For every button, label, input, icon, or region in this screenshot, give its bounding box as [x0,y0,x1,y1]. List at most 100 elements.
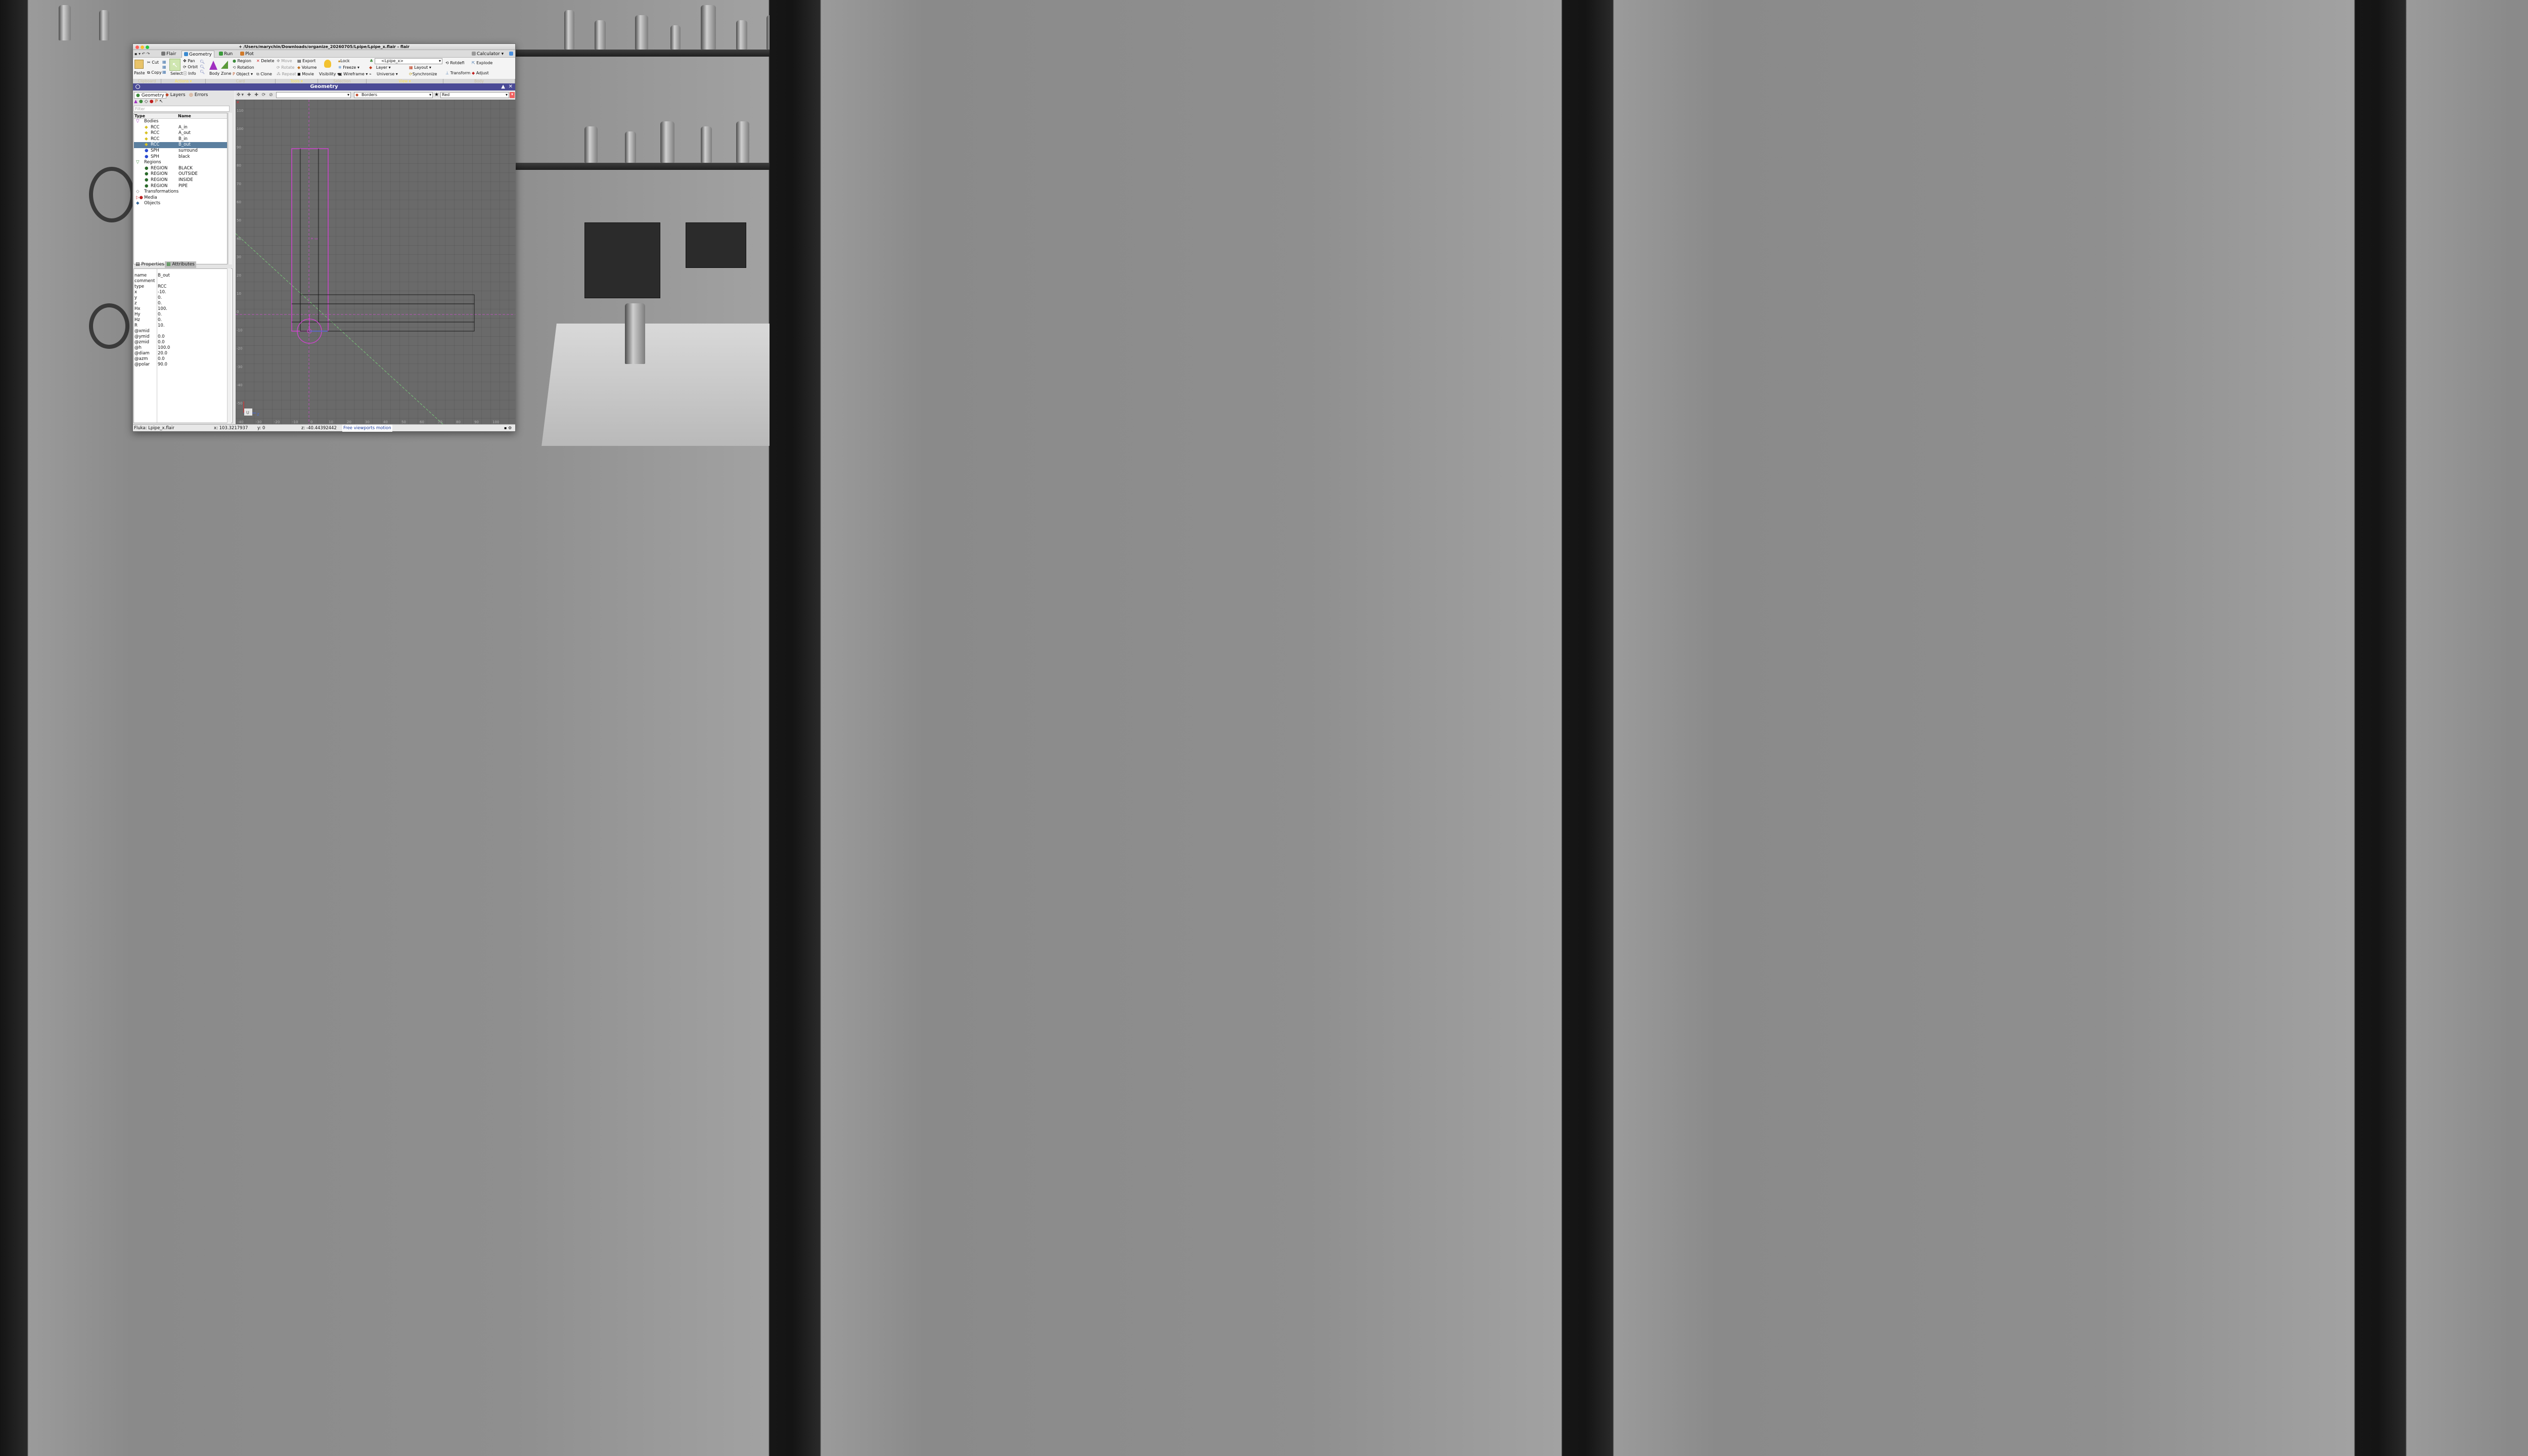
property-value[interactable]: 0.0 [158,356,165,362]
body-button[interactable]: Body [209,71,219,76]
delete-button[interactable]: ✕ Delete [256,59,275,64]
add-zone-icon[interactable]: ◇ [145,99,150,104]
object-button[interactable]: P Object ▾ [233,72,253,77]
viewport-canvas[interactable]: 1101009080706050403020100-10-20-30-40-50… [236,100,515,424]
property-value[interactable]: RCC [158,284,166,290]
add-region-icon[interactable]: ● [139,99,145,104]
transform-button[interactable]: ⊥ Transform [445,71,470,76]
calculator-button[interactable]: Calculator ▾ [470,51,506,58]
select-arrow-icon[interactable]: ↖ [169,59,180,71]
tree-row[interactable]: ● REGION INSIDE [134,177,227,184]
paste-button[interactable]: Paste [134,71,145,76]
pointer-icon[interactable]: ↖ [159,99,165,104]
property-value[interactable]: -10. [158,290,166,295]
tree-row[interactable]: ◆ RCC A_out [134,130,227,136]
filter-input[interactable]: Filter [133,106,230,112]
info-button[interactable]: ⓘ Info [183,71,196,76]
tab-layers[interactable]: ◆ Layers [164,92,187,99]
status-icons[interactable]: ▪ ⚙ [504,425,512,432]
tab-geometry[interactable]: Geometry [182,51,214,58]
geometry-viewport[interactable]: 110 100 90 80 70 60 50 40 30 20 10 0 -10 -20 -30 -40 -50… [236,100,515,424]
zoom-window-button[interactable] [146,46,149,49]
tree-row[interactable]: ● SPH surround [134,148,227,154]
property-row[interactable]: x -10. [134,290,232,295]
property-row[interactable]: @diam 20.0 [134,351,232,356]
property-row[interactable]: @polar 90.0 [134,362,232,368]
properties-scrollbar[interactable] [227,268,231,423]
zoom-icons[interactable]: 🔍︎ 🔍︎ 🔍︎ [200,60,205,75]
tree-row[interactable]: ◆ RCC B_out [134,142,227,148]
tree-row[interactable]: ▽ Regions [134,160,227,166]
property-row[interactable]: Hx 100. [134,306,232,312]
export-button[interactable]: ▤ Export [297,59,315,64]
tree-row[interactable]: ● SPH black [134,154,227,160]
maximize-icon[interactable]: ▲ [501,83,505,90]
close-icon[interactable]: ✕ [509,83,513,90]
tree-row[interactable]: ◇ Transformations [134,189,227,195]
tree-row[interactable]: ● REGION BLACK [134,166,227,172]
tab-plot[interactable]: Plot [238,51,256,58]
property-value[interactable]: 100.0 [158,345,170,351]
property-value[interactable]: 0. [158,301,162,306]
minimize-window-button[interactable] [141,46,144,49]
property-row[interactable]: Hz 0. [134,317,232,323]
tree-row[interactable]: ◆ RCC B_in [134,136,227,143]
close-window-button[interactable] [136,46,139,49]
visibility-bulb-icon[interactable] [324,60,331,68]
star-icon[interactable]: ★ [434,92,439,98]
repeat-button[interactable]: ⁂ Repeat [277,72,296,77]
tab-attributes[interactable]: ▦ Attributes [165,261,196,268]
layout-button[interactable]: ▦ Layout ▾ [409,65,431,70]
tree-scrollbar[interactable] [228,113,232,264]
save-icon[interactable]: ▪ ▾ ↶ ↷ [134,52,150,57]
property-value[interactable]: 90.0 [158,362,167,368]
property-row[interactable]: @ymid 0.0 [134,334,232,340]
tree-row[interactable]: ● REGION PIPE [134,184,227,190]
property-value[interactable]: 20.0 [158,351,167,356]
viewport-tool-icons[interactable]: ✥▾ ✚ ✚ ⟳ ⊘ [237,93,274,98]
pan-button[interactable]: ✥ Pan [183,59,195,64]
tree-row[interactable]: ▽ Bodies [134,119,227,125]
layer-button[interactable]: ◆ Layer ▾ [369,65,391,70]
property-row[interactable]: R 10. [134,323,232,329]
tab-flair[interactable]: Flair [159,51,178,58]
region-button[interactable]: ● Region [233,59,251,64]
property-row[interactable]: @azm 0.0 [134,356,232,362]
property-row[interactable]: type RCC [134,284,232,290]
property-row[interactable]: name B_out [134,273,232,279]
tree-row[interactable]: ◆ Objects [134,201,227,207]
movie-button[interactable]: ◼ Movie [297,72,314,77]
property-row[interactable]: Hy 0. [134,312,232,317]
cut-button[interactable]: ✂ Cut [147,60,159,65]
property-value[interactable]: 0.0 [158,340,165,345]
add-material-icon[interactable]: ● [150,99,155,104]
property-row[interactable]: y 0. [134,295,232,301]
visibility-button[interactable]: Visibility ▾ [319,72,339,77]
property-value[interactable]: 0. [158,317,162,323]
property-value[interactable]: B_out [158,273,170,279]
help-icon[interactable] [509,52,513,56]
property-value[interactable]: 100. [158,306,167,312]
wireframe-button[interactable]: ▣ Wireframe ▾ [338,72,368,77]
property-row[interactable]: @xmid [134,329,232,334]
color-dropdown-button[interactable]: ▾ [510,92,515,98]
freeze-button[interactable]: ❄ Freeze ▾ [338,65,359,70]
color-combo[interactable]: Red ▾ [440,92,509,98]
property-row[interactable]: z 0. [134,301,232,306]
body-icon[interactable] [209,61,217,70]
zone-button[interactable]: Zone [221,71,231,76]
rotdefi-button[interactable]: ⟲ Rotdefi [445,61,465,66]
rotate-button[interactable]: ⟳ Rotate [277,65,294,70]
tab-errors[interactable]: ◎ Errors [188,92,209,99]
property-row[interactable]: comment [134,279,232,284]
copy-button[interactable]: ⧉ Copy [147,70,162,75]
lock-button[interactable]: 🔒︎Lock [338,59,350,64]
adjust-button[interactable]: ◆ Adjust [472,71,489,76]
synchronize-button[interactable]: ⟳Synchronize [409,72,437,77]
orbit-button[interactable]: ⟳ Orbit [183,65,198,70]
tab-geometry-tree[interactable]: ● Geometry [134,92,166,99]
add-body-icon[interactable]: ▲ [134,99,139,104]
add-object-icon[interactable]: P [155,99,159,104]
tab-run[interactable]: Run [217,51,235,58]
explode-button[interactable]: ⇱ Explode [472,61,492,66]
